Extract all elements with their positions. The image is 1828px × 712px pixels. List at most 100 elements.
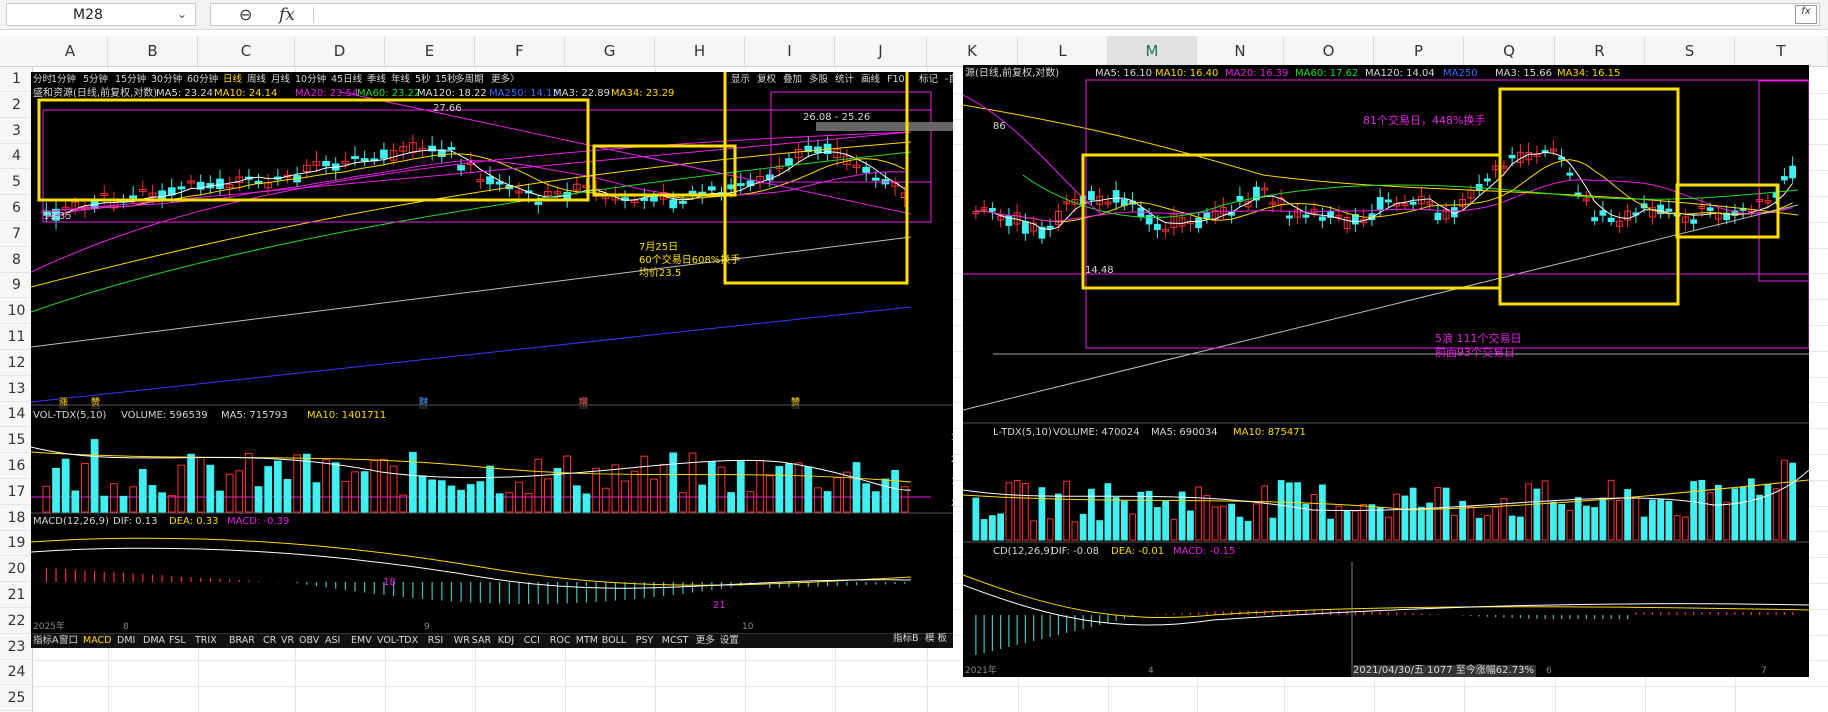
toolbar-button-0[interactable]: 显示 — [731, 74, 750, 86]
row-header-9[interactable]: 9 — [0, 273, 33, 299]
indicator-tab-9[interactable]: VR — [281, 635, 294, 647]
indicator-tab-0[interactable]: 指标A — [33, 635, 59, 647]
column-header-t[interactable]: T — [1735, 36, 1828, 67]
chevron-down-icon[interactable]: ⌄ — [177, 7, 187, 21]
column-header-c[interactable]: C — [198, 36, 295, 67]
toolbar-button-5[interactable]: 画线 — [861, 74, 880, 86]
event-tag-1[interactable]: 赞 — [91, 397, 101, 409]
indicator-tab-25[interactable]: 设置 — [720, 635, 739, 647]
period-tab-14[interactable]: 15秒 — [435, 74, 457, 86]
indicator-tab-17[interactable]: KDJ — [498, 635, 514, 647]
column-header-e[interactable]: E — [385, 36, 475, 67]
indicator-tab-24[interactable]: 更多 — [696, 635, 715, 647]
period-tab-9[interactable]: 10分钟 — [295, 74, 326, 86]
period-tab-13[interactable]: 5秒 — [415, 74, 431, 86]
row-header-8[interactable]: 8 — [0, 248, 33, 273]
row-header-19[interactable]: 19 — [0, 531, 33, 557]
row-header-11[interactable]: 11 — [0, 325, 33, 350]
period-tab-15[interactable]: 多周期 — [455, 74, 484, 86]
row-header-14[interactable]: 14 — [0, 402, 33, 428]
period-tab-8[interactable]: 月线 — [271, 74, 290, 86]
toolbar-button-3[interactable]: 多股 — [809, 74, 828, 86]
period-tab-10[interactable]: 45日线 — [331, 74, 362, 86]
indicator-tab-14[interactable]: RSI — [428, 635, 443, 647]
toolbar-button-2[interactable]: 叠加 — [783, 74, 802, 86]
column-header-b[interactable]: B — [108, 36, 198, 67]
left-stock-chart[interactable]: 分时 1分钟 5分钟 15分钟 30分钟 60分钟 日线 周线 月线 10分钟 45日线 季线 年线 5秒… — [31, 72, 953, 648]
row-header-4[interactable]: 4 — [0, 144, 33, 170]
row-header-18[interactable]: 18 — [0, 506, 33, 531]
magnifier-icon[interactable]: ⊖ — [239, 5, 252, 24]
column-header-g[interactable]: G — [565, 36, 655, 67]
column-header-n[interactable]: N — [1197, 36, 1284, 67]
indicator-tab-4[interactable]: DMA — [143, 635, 165, 647]
period-tab-16[interactable]: 更多〉 — [491, 74, 520, 86]
column-header-r[interactable]: R — [1555, 36, 1645, 67]
period-tab-1[interactable]: 1分钟 — [51, 74, 76, 86]
column-header-p[interactable]: P — [1374, 36, 1464, 67]
row-header-17[interactable]: 17 — [0, 480, 33, 505]
name-box[interactable]: M28 ⌄ — [6, 3, 196, 26]
indicator-tab-18[interactable]: CCI — [524, 635, 540, 647]
row-header-7[interactable]: 7 — [0, 222, 33, 247]
period-tab-4[interactable]: 30分钟 — [151, 74, 182, 86]
toolbar-button-8[interactable]: -自选 — [945, 74, 953, 86]
event-tag-0[interactable]: 涨 — [59, 397, 69, 409]
column-header-k[interactable]: K — [927, 36, 1018, 67]
row-header-16[interactable]: 16 — [0, 454, 33, 479]
indicator-tab-19[interactable]: ROC — [550, 635, 571, 647]
period-tab-3[interactable]: 15分钟 — [115, 74, 146, 86]
row-header-21[interactable]: 21 — [0, 583, 33, 608]
indicator-tab-1[interactable]: 窗口 — [59, 635, 78, 647]
indicator-tab-7[interactable]: BRAR — [229, 635, 255, 647]
toolbar-button-6[interactable]: F10 — [887, 74, 905, 86]
event-tag-3[interactable]: 增 — [579, 397, 589, 409]
row-header-22[interactable]: 22 — [0, 609, 33, 634]
column-header-s[interactable]: S — [1645, 36, 1735, 67]
period-tab-11[interactable]: 季线 — [367, 74, 386, 86]
side-tab-1[interactable]: 模 板 — [925, 633, 947, 645]
row-header-10[interactable]: 10 — [0, 299, 33, 325]
row-header-15[interactable]: 15 — [0, 428, 33, 454]
column-header-h[interactable]: H — [655, 36, 745, 67]
row-header-24[interactable]: 24 — [0, 660, 33, 686]
column-header-j[interactable]: J — [835, 36, 927, 67]
row-header-12[interactable]: 12 — [0, 351, 33, 376]
period-tab-0[interactable]: 分时 — [33, 74, 52, 86]
indicator-tab-11[interactable]: ASI — [325, 635, 340, 647]
toolbar-button-4[interactable]: 统计 — [835, 74, 854, 86]
row-header-6[interactable]: 6 — [0, 196, 33, 221]
period-tab-6[interactable]: 日线 — [223, 74, 242, 86]
indicator-tab-20[interactable]: MTM — [576, 635, 598, 647]
event-tag-2[interactable]: 财 — [419, 397, 429, 409]
column-header-q[interactable]: Q — [1464, 36, 1555, 67]
column-header-m[interactable]: M — [1108, 36, 1197, 67]
indicator-tab-6[interactable]: TRIX — [195, 635, 217, 647]
indicator-tab-16[interactable]: SAR — [472, 635, 491, 647]
indicator-tab-2[interactable]: MACD — [83, 635, 111, 647]
row-header-13[interactable]: 13 — [0, 377, 33, 402]
row-header-25[interactable]: 25 — [0, 686, 33, 712]
column-header-f[interactable]: F — [475, 36, 565, 67]
row-header-3[interactable]: 3 — [0, 119, 33, 144]
column-header-o[interactable]: O — [1284, 36, 1374, 67]
column-header-i[interactable]: I — [745, 36, 835, 67]
column-header-l[interactable]: L — [1018, 36, 1108, 67]
indicator-tab-3[interactable]: DMI — [117, 635, 135, 647]
indicator-tab-23[interactable]: MCST — [662, 635, 689, 647]
column-header-a[interactable]: A — [33, 36, 108, 67]
row-header-23[interactable]: 23 — [0, 635, 33, 660]
period-tab-5[interactable]: 60分钟 — [187, 74, 218, 86]
indicator-tab-13[interactable]: VOL-TDX — [377, 635, 418, 647]
toolbar-button-7[interactable]: 标记 — [919, 74, 938, 86]
right-stock-chart[interactable]: 源(日线,前复权,对数) MA5: 16.10 MA10: 16.40 MA20… — [963, 65, 1809, 677]
event-tag-4[interactable]: 赞 — [791, 397, 801, 409]
row-header-2[interactable]: 2 — [0, 93, 33, 118]
indicator-tab-12[interactable]: EMV — [351, 635, 372, 647]
toolbar-button-1[interactable]: 复权 — [757, 74, 776, 86]
indicator-tab-8[interactable]: CR — [263, 635, 276, 647]
formula-input[interactable]: ⊖ fx fx — [210, 3, 1820, 26]
indicator-tab-10[interactable]: OBV — [299, 635, 319, 647]
period-tab-12[interactable]: 年线 — [391, 74, 410, 86]
row-header-20[interactable]: 20 — [0, 557, 33, 583]
